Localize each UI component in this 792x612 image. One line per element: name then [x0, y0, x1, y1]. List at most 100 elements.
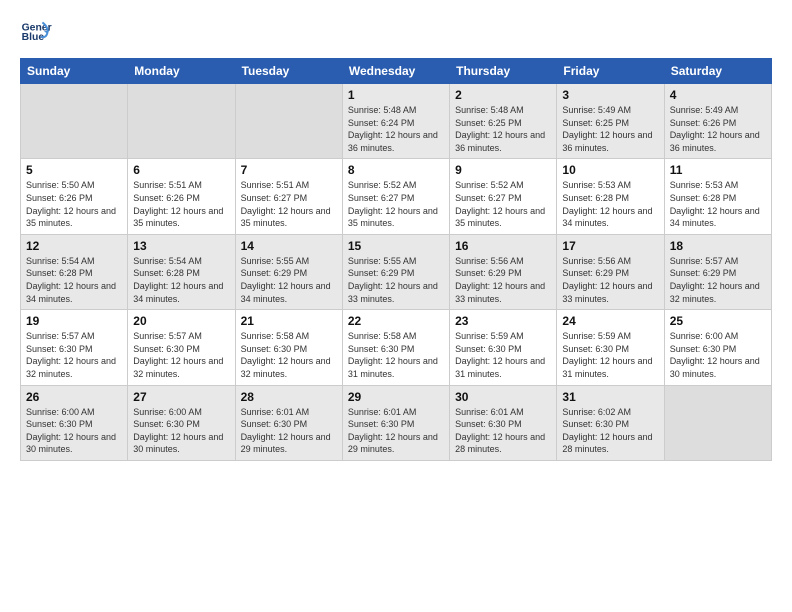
day-number: 9: [455, 163, 551, 177]
day-info: Sunrise: 5:51 AM Sunset: 6:27 PM Dayligh…: [241, 179, 337, 229]
day-number: 17: [562, 239, 658, 253]
day-number: 19: [26, 314, 122, 328]
weekday-header: Monday: [128, 59, 235, 84]
day-number: 4: [670, 88, 766, 102]
day-info: Sunrise: 5:48 AM Sunset: 6:24 PM Dayligh…: [348, 104, 444, 154]
calendar-cell: 16 Sunrise: 5:56 AM Sunset: 6:29 PM Dayl…: [450, 234, 557, 309]
logo: General Blue: [20, 16, 52, 48]
logo-icon: General Blue: [20, 16, 52, 48]
day-info: Sunrise: 6:00 AM Sunset: 6:30 PM Dayligh…: [26, 406, 122, 456]
day-info: Sunrise: 5:54 AM Sunset: 6:28 PM Dayligh…: [26, 255, 122, 305]
day-info: Sunrise: 5:48 AM Sunset: 6:25 PM Dayligh…: [455, 104, 551, 154]
page: General Blue SundayMondayTuesdayWednesda…: [0, 0, 792, 612]
calendar-cell: 8 Sunrise: 5:52 AM Sunset: 6:27 PM Dayli…: [342, 159, 449, 234]
day-number: 11: [670, 163, 766, 177]
calendar-cell: 30 Sunrise: 6:01 AM Sunset: 6:30 PM Dayl…: [450, 385, 557, 460]
day-info: Sunrise: 6:01 AM Sunset: 6:30 PM Dayligh…: [455, 406, 551, 456]
day-info: Sunrise: 5:57 AM Sunset: 6:30 PM Dayligh…: [133, 330, 229, 380]
day-info: Sunrise: 5:57 AM Sunset: 6:30 PM Dayligh…: [26, 330, 122, 380]
calendar-row: 1 Sunrise: 5:48 AM Sunset: 6:24 PM Dayli…: [21, 84, 772, 159]
calendar-cell: 17 Sunrise: 5:56 AM Sunset: 6:29 PM Dayl…: [557, 234, 664, 309]
day-info: Sunrise: 5:59 AM Sunset: 6:30 PM Dayligh…: [455, 330, 551, 380]
header: General Blue: [20, 16, 772, 48]
day-info: Sunrise: 5:56 AM Sunset: 6:29 PM Dayligh…: [455, 255, 551, 305]
calendar-row: 5 Sunrise: 5:50 AM Sunset: 6:26 PM Dayli…: [21, 159, 772, 234]
day-info: Sunrise: 5:49 AM Sunset: 6:26 PM Dayligh…: [670, 104, 766, 154]
weekday-header: Friday: [557, 59, 664, 84]
calendar-table: SundayMondayTuesdayWednesdayThursdayFrid…: [20, 58, 772, 461]
day-info: Sunrise: 5:54 AM Sunset: 6:28 PM Dayligh…: [133, 255, 229, 305]
day-info: Sunrise: 6:01 AM Sunset: 6:30 PM Dayligh…: [241, 406, 337, 456]
calendar-cell: 9 Sunrise: 5:52 AM Sunset: 6:27 PM Dayli…: [450, 159, 557, 234]
day-info: Sunrise: 5:53 AM Sunset: 6:28 PM Dayligh…: [562, 179, 658, 229]
calendar-cell: 20 Sunrise: 5:57 AM Sunset: 6:30 PM Dayl…: [128, 310, 235, 385]
weekday-header: Thursday: [450, 59, 557, 84]
weekday-header: Wednesday: [342, 59, 449, 84]
calendar-cell: [128, 84, 235, 159]
weekday-header: Sunday: [21, 59, 128, 84]
weekday-header: Saturday: [664, 59, 771, 84]
day-info: Sunrise: 5:53 AM Sunset: 6:28 PM Dayligh…: [670, 179, 766, 229]
day-info: Sunrise: 5:51 AM Sunset: 6:26 PM Dayligh…: [133, 179, 229, 229]
day-number: 28: [241, 390, 337, 404]
day-number: 1: [348, 88, 444, 102]
day-info: Sunrise: 5:52 AM Sunset: 6:27 PM Dayligh…: [348, 179, 444, 229]
day-info: Sunrise: 5:57 AM Sunset: 6:29 PM Dayligh…: [670, 255, 766, 305]
day-info: Sunrise: 5:59 AM Sunset: 6:30 PM Dayligh…: [562, 330, 658, 380]
calendar-cell: 24 Sunrise: 5:59 AM Sunset: 6:30 PM Dayl…: [557, 310, 664, 385]
calendar-cell: 2 Sunrise: 5:48 AM Sunset: 6:25 PM Dayli…: [450, 84, 557, 159]
day-number: 6: [133, 163, 229, 177]
day-number: 21: [241, 314, 337, 328]
calendar-cell: 22 Sunrise: 5:58 AM Sunset: 6:30 PM Dayl…: [342, 310, 449, 385]
calendar-cell: 6 Sunrise: 5:51 AM Sunset: 6:26 PM Dayli…: [128, 159, 235, 234]
calendar-cell: 11 Sunrise: 5:53 AM Sunset: 6:28 PM Dayl…: [664, 159, 771, 234]
day-number: 10: [562, 163, 658, 177]
calendar-cell: 15 Sunrise: 5:55 AM Sunset: 6:29 PM Dayl…: [342, 234, 449, 309]
day-info: Sunrise: 5:56 AM Sunset: 6:29 PM Dayligh…: [562, 255, 658, 305]
day-number: 31: [562, 390, 658, 404]
day-number: 24: [562, 314, 658, 328]
day-number: 26: [26, 390, 122, 404]
calendar-cell: 29 Sunrise: 6:01 AM Sunset: 6:30 PM Dayl…: [342, 385, 449, 460]
day-info: Sunrise: 5:58 AM Sunset: 6:30 PM Dayligh…: [348, 330, 444, 380]
calendar-cell: 18 Sunrise: 5:57 AM Sunset: 6:29 PM Dayl…: [664, 234, 771, 309]
day-number: 13: [133, 239, 229, 253]
day-info: Sunrise: 5:55 AM Sunset: 6:29 PM Dayligh…: [241, 255, 337, 305]
calendar-cell: 26 Sunrise: 6:00 AM Sunset: 6:30 PM Dayl…: [21, 385, 128, 460]
calendar-cell: 13 Sunrise: 5:54 AM Sunset: 6:28 PM Dayl…: [128, 234, 235, 309]
day-number: 29: [348, 390, 444, 404]
calendar-cell: [21, 84, 128, 159]
day-number: 25: [670, 314, 766, 328]
calendar-row: 12 Sunrise: 5:54 AM Sunset: 6:28 PM Dayl…: [21, 234, 772, 309]
day-info: Sunrise: 6:02 AM Sunset: 6:30 PM Dayligh…: [562, 406, 658, 456]
calendar-cell: 19 Sunrise: 5:57 AM Sunset: 6:30 PM Dayl…: [21, 310, 128, 385]
day-number: 22: [348, 314, 444, 328]
calendar-cell: 3 Sunrise: 5:49 AM Sunset: 6:25 PM Dayli…: [557, 84, 664, 159]
day-info: Sunrise: 5:52 AM Sunset: 6:27 PM Dayligh…: [455, 179, 551, 229]
day-number: 27: [133, 390, 229, 404]
calendar-cell: 7 Sunrise: 5:51 AM Sunset: 6:27 PM Dayli…: [235, 159, 342, 234]
calendar-cell: [664, 385, 771, 460]
day-number: 30: [455, 390, 551, 404]
calendar-cell: [235, 84, 342, 159]
calendar-cell: 1 Sunrise: 5:48 AM Sunset: 6:24 PM Dayli…: [342, 84, 449, 159]
calendar-cell: 23 Sunrise: 5:59 AM Sunset: 6:30 PM Dayl…: [450, 310, 557, 385]
calendar-cell: 14 Sunrise: 5:55 AM Sunset: 6:29 PM Dayl…: [235, 234, 342, 309]
day-number: 16: [455, 239, 551, 253]
day-info: Sunrise: 5:58 AM Sunset: 6:30 PM Dayligh…: [241, 330, 337, 380]
day-info: Sunrise: 6:00 AM Sunset: 6:30 PM Dayligh…: [670, 330, 766, 380]
day-info: Sunrise: 5:55 AM Sunset: 6:29 PM Dayligh…: [348, 255, 444, 305]
calendar-row: 26 Sunrise: 6:00 AM Sunset: 6:30 PM Dayl…: [21, 385, 772, 460]
day-info: Sunrise: 6:00 AM Sunset: 6:30 PM Dayligh…: [133, 406, 229, 456]
day-number: 18: [670, 239, 766, 253]
calendar-cell: 28 Sunrise: 6:01 AM Sunset: 6:30 PM Dayl…: [235, 385, 342, 460]
day-number: 14: [241, 239, 337, 253]
calendar-cell: 10 Sunrise: 5:53 AM Sunset: 6:28 PM Dayl…: [557, 159, 664, 234]
calendar-cell: 21 Sunrise: 5:58 AM Sunset: 6:30 PM Dayl…: [235, 310, 342, 385]
day-info: Sunrise: 5:50 AM Sunset: 6:26 PM Dayligh…: [26, 179, 122, 229]
day-number: 23: [455, 314, 551, 328]
calendar-cell: 25 Sunrise: 6:00 AM Sunset: 6:30 PM Dayl…: [664, 310, 771, 385]
day-number: 12: [26, 239, 122, 253]
day-info: Sunrise: 6:01 AM Sunset: 6:30 PM Dayligh…: [348, 406, 444, 456]
day-number: 20: [133, 314, 229, 328]
